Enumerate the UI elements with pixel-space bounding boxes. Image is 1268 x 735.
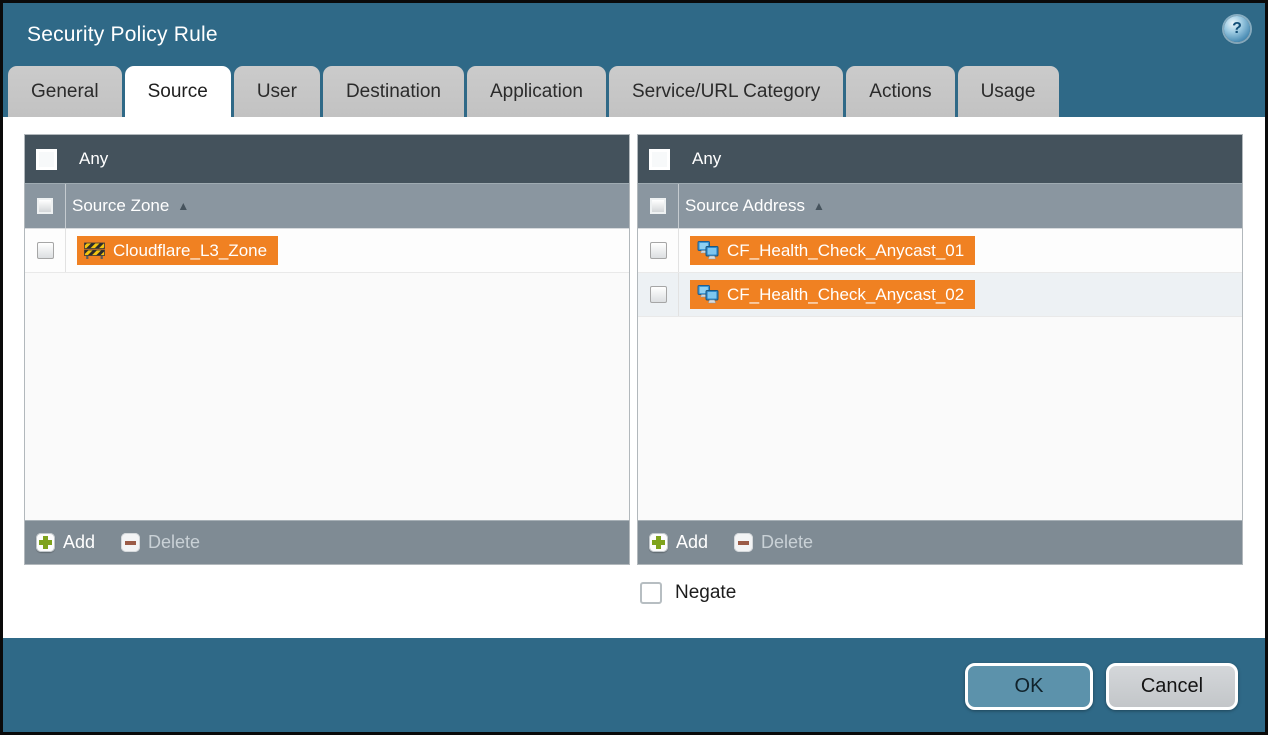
delete-zone-button[interactable]: Delete (121, 532, 200, 553)
sort-ascending-icon: ▲ (177, 199, 189, 213)
source-address-column-label: Source Address (685, 196, 805, 216)
tab-actions[interactable]: Actions (846, 66, 954, 117)
security-policy-rule-dialog: Security Policy Rule ? General Source Us… (0, 0, 1268, 735)
source-zone-column-label: Source Zone (72, 196, 169, 216)
source-zone-toolbar: Add Delete (25, 520, 629, 564)
dialog-title: Security Policy Rule (27, 23, 218, 47)
delete-icon (121, 533, 140, 552)
source-zone-any-checkbox[interactable] (36, 149, 57, 170)
address-name: CF_Health_Check_Anycast_02 (727, 285, 964, 305)
source-address-any-header: Any (638, 135, 1242, 183)
delete-address-button[interactable]: Delete (734, 532, 813, 553)
tab-application[interactable]: Application (467, 66, 606, 117)
tab-user[interactable]: User (234, 66, 320, 117)
negate-row: Negate (640, 582, 1243, 604)
source-zone-any-header: Any (25, 135, 629, 183)
tab-source[interactable]: Source (125, 66, 231, 117)
negate-checkbox[interactable] (640, 582, 662, 604)
source-zone-column-header[interactable]: Source Zone ▲ (25, 183, 629, 229)
table-row[interactable]: CF_Health_Check_Anycast_02 (638, 273, 1242, 317)
tab-usage[interactable]: Usage (958, 66, 1059, 117)
source-address-toolbar: Add Delete (638, 520, 1242, 564)
zone-name: Cloudflare_L3_Zone (113, 241, 267, 261)
zone-row-checkbox[interactable] (37, 242, 54, 259)
dialog-footer: OK Cancel (3, 638, 1265, 710)
source-address-select-all-checkbox[interactable] (650, 198, 666, 214)
address-row-checkbox[interactable] (650, 242, 667, 259)
source-tab-content: Any Source Zone ▲ (3, 117, 1265, 638)
address-name: CF_Health_Check_Anycast_01 (727, 241, 964, 261)
zone-icon (84, 242, 105, 259)
address-row-checkbox[interactable] (650, 286, 667, 303)
cancel-button[interactable]: Cancel (1106, 663, 1238, 710)
add-icon (649, 533, 668, 552)
table-row[interactable]: CF_Health_Check_Anycast_01 (638, 229, 1242, 273)
add-icon (36, 533, 55, 552)
source-address-list: CF_Health_Check_Anycast_01 (638, 229, 1242, 520)
tab-bar: General Source User Destination Applicat… (3, 66, 1265, 117)
address-chip[interactable]: CF_Health_Check_Anycast_02 (690, 280, 975, 309)
help-glyph: ? (1232, 20, 1242, 38)
negate-label: Negate (675, 582, 736, 604)
address-chip[interactable]: CF_Health_Check_Anycast_01 (690, 236, 975, 265)
source-zone-list: Cloudflare_L3_Zone (25, 229, 629, 520)
delete-icon (734, 533, 753, 552)
source-address-panel: Any Source Address ▲ (637, 134, 1243, 565)
source-address-column-header[interactable]: Source Address ▲ (638, 183, 1242, 229)
address-icon (697, 285, 719, 304)
source-zone-panel: Any Source Zone ▲ (24, 134, 630, 565)
add-zone-button[interactable]: Add (36, 532, 95, 553)
tab-service-url-category[interactable]: Service/URL Category (609, 66, 843, 117)
address-icon (697, 241, 719, 260)
help-icon[interactable]: ? (1224, 16, 1250, 42)
source-address-any-label: Any (692, 149, 721, 169)
tab-destination[interactable]: Destination (323, 66, 464, 117)
zone-chip[interactable]: Cloudflare_L3_Zone (77, 236, 278, 265)
ok-button[interactable]: OK (965, 663, 1093, 710)
table-row[interactable]: Cloudflare_L3_Zone (25, 229, 629, 273)
titlebar: Security Policy Rule ? (3, 3, 1265, 66)
source-zone-select-all-checkbox[interactable] (37, 198, 53, 214)
add-address-button[interactable]: Add (649, 532, 708, 553)
source-zone-any-label: Any (79, 149, 108, 169)
source-address-any-checkbox[interactable] (649, 149, 670, 170)
sort-ascending-icon: ▲ (813, 199, 825, 213)
tab-general[interactable]: General (8, 66, 122, 117)
